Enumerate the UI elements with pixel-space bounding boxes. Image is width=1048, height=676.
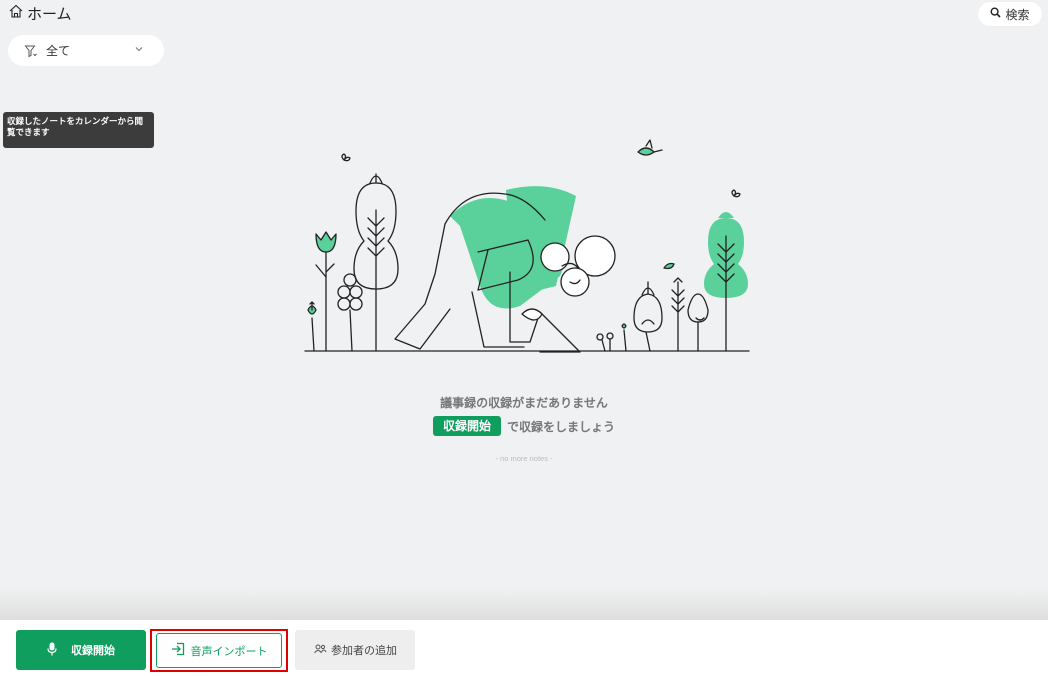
audio-import-label: 音声インポート — [190, 644, 268, 658]
chevron-down-icon — [134, 44, 144, 54]
empty-state-message: 議事録の収録がまだありません — [440, 396, 608, 410]
start-recording-label: 収録開始 — [71, 644, 115, 657]
bottom-fade — [0, 588, 1048, 620]
filter-selected-value: 全て — [46, 44, 71, 58]
search-button[interactable]: 検索 — [978, 2, 1042, 26]
filter-icon — [24, 44, 38, 58]
audio-import-highlight: 音声インポート — [150, 629, 288, 672]
no-more-notes-text: - no more notes - — [495, 454, 553, 463]
home-icon — [8, 3, 27, 23]
add-participants-button[interactable]: 参加者の追加 — [295, 630, 415, 670]
import-icon — [171, 642, 191, 659]
breadcrumb-home[interactable]: ホーム — [8, 2, 72, 24]
bottom-action-bar: 収録開始 音声インポート 参加者の追加 — [0, 620, 1048, 676]
search-label: 検索 — [1005, 7, 1030, 22]
calendar-tooltip: 収録したノートをカレンダーから閲覧できます — [3, 112, 154, 148]
start-recording-button[interactable]: 収録開始 — [16, 630, 146, 670]
page-title: ホーム — [27, 4, 72, 23]
empty-state-cta: 収録開始 で収録をしましょう — [0, 416, 1048, 436]
cta-suffix-text: で収録をしましょう — [507, 419, 616, 434]
microphone-icon — [47, 642, 71, 659]
search-icon — [990, 7, 1005, 21]
add-participants-label: 参加者の追加 — [331, 644, 397, 657]
header: ホーム 検索 — [0, 0, 1048, 30]
people-icon — [313, 643, 331, 658]
filter-dropdown[interactable]: 全て — [8, 35, 164, 66]
audio-import-button[interactable]: 音声インポート — [156, 633, 282, 668]
start-recording-pill[interactable]: 収録開始 — [432, 416, 501, 436]
empty-state-illustration — [300, 132, 752, 357]
